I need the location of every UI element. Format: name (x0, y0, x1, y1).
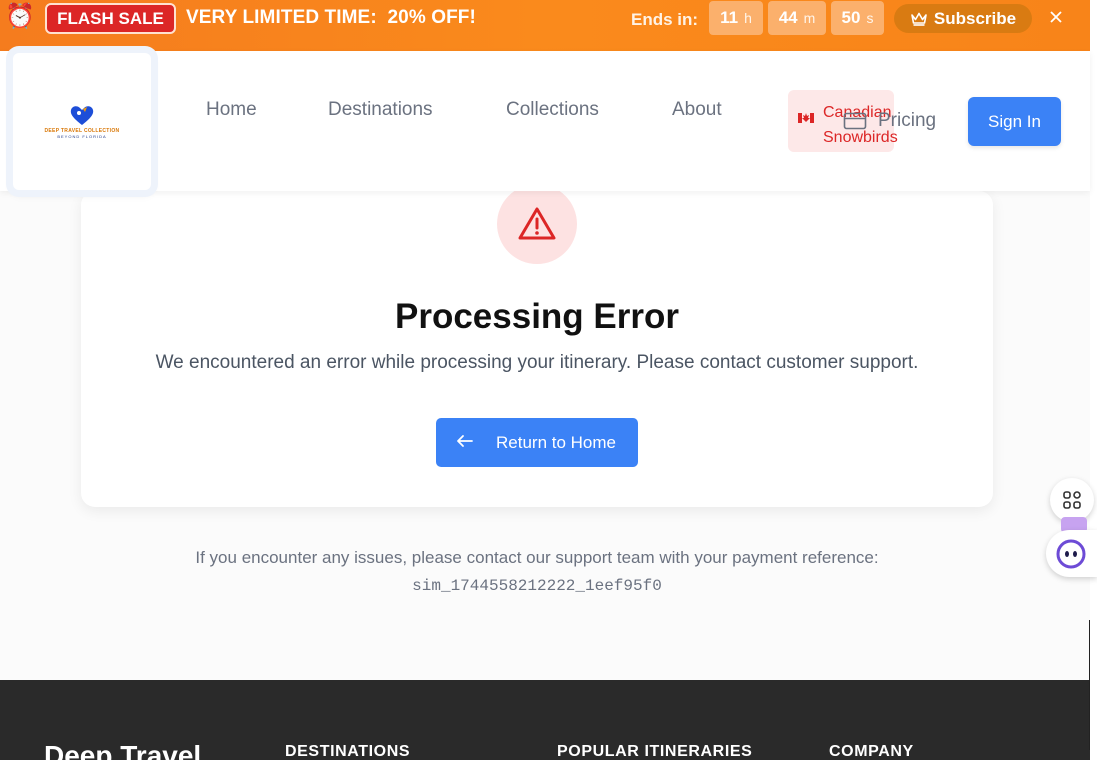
site-footer: Deep Travel DESTINATIONS POPULAR ITINERA… (0, 680, 1090, 760)
error-message: We encountered an error while processing… (155, 352, 919, 373)
return-home-label: Return to Home (496, 432, 616, 452)
site-logo: DEEP TRAVEL COLLECTION BEYOND FLORIDA (23, 63, 141, 181)
warning-triangle-icon (518, 207, 556, 240)
footer-brand: Deep Travel (44, 740, 202, 760)
timer-seconds-value: 50 (841, 8, 861, 27)
apps-widget-button[interactable] (1050, 478, 1094, 522)
maple-leaf-icon (798, 110, 814, 130)
footer-heading-popular-itineraries: POPULAR ITINERARIES (557, 743, 753, 760)
subscribe-button[interactable]: Subscribe (894, 4, 1032, 33)
assistant-face-icon (1056, 539, 1086, 568)
return-home-button[interactable]: Return to Home (436, 418, 638, 467)
nav-collections[interactable]: Collections (506, 99, 599, 121)
footer-heading-destinations: DESTINATIONS (285, 743, 411, 760)
error-card: Processing Error We encountered an error… (81, 184, 993, 507)
timer-minutes: 44 m (768, 1, 826, 35)
timer-seconds: 50 s (831, 1, 884, 35)
close-icon[interactable] (1046, 7, 1066, 27)
scrollbar-edge (1089, 620, 1090, 750)
timer-hours-unit: h (744, 10, 752, 26)
main-content: Processing Error We encountered an error… (0, 184, 1090, 680)
crown-icon (911, 12, 927, 26)
flash-sale-message: VERY LIMITED TIME: 20% OFF! (186, 7, 476, 28)
pricing-label: Pricing (878, 110, 937, 131)
sign-in-button[interactable]: Sign In (968, 97, 1061, 146)
warning-icon-badge (497, 184, 577, 264)
assistant-widget-button[interactable] (1046, 530, 1097, 577)
ends-in-label: Ends in: (631, 10, 699, 29)
logo-link[interactable]: DEEP TRAVEL COLLECTION BEYOND FLORIDA (13, 53, 151, 190)
nav-destinations[interactable]: Destinations (328, 99, 433, 121)
support-text: If you encounter any issues, please cont… (195, 548, 879, 567)
arrow-left-icon (456, 432, 476, 453)
timer-seconds-unit: s (866, 10, 874, 26)
timer-minutes-value: 44 (778, 8, 798, 27)
nav-about[interactable]: About (672, 99, 722, 121)
apps-grid-icon (1063, 491, 1081, 509)
site-header: DEEP TRAVEL COLLECTION BEYOND FLORIDA Ho… (0, 51, 1090, 191)
payment-reference: sim_1744558212222_1eef95f0 (412, 577, 662, 595)
timer-hours: 11 h (709, 1, 763, 35)
nav-home[interactable]: Home (206, 99, 257, 121)
credit-card-icon (843, 112, 867, 130)
nav-pricing[interactable]: Pricing (843, 110, 936, 132)
logo-text-sub: BEYOND FLORIDA (57, 134, 107, 139)
flash-sale-banner: ⏰ FLASH SALE VERY LIMITED TIME: 20% OFF!… (0, 0, 1090, 51)
flash-sale-badge: FLASH SALE (45, 3, 176, 34)
scrollbar-track[interactable] (1090, 0, 1097, 760)
subscribe-label: Subscribe (933, 8, 1017, 28)
logo-heart-icon (70, 106, 94, 125)
timer-hours-value: 11 (720, 8, 739, 27)
timer-minutes-unit: m (803, 10, 816, 26)
error-title: Processing Error (395, 297, 679, 336)
alarm-clock-icon: ⏰ (5, 3, 35, 30)
footer-heading-company: COMPANY (829, 743, 914, 760)
